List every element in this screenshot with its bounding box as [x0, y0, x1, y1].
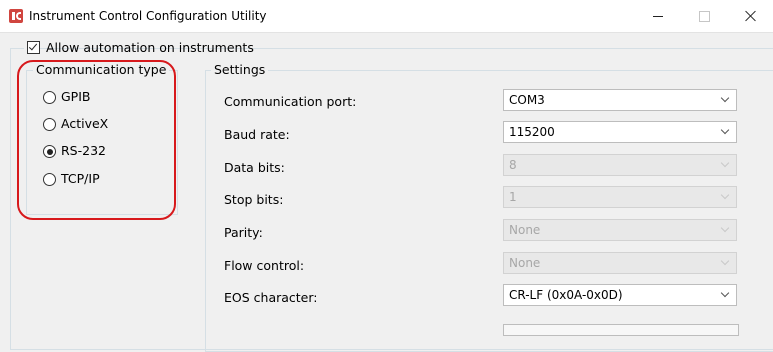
eos-character-label: EOS character: [224, 290, 318, 305]
communication-port-label: Communication port: [224, 94, 357, 109]
radio-label-gpib: GPIB [61, 89, 91, 104]
parity-select: None [503, 219, 737, 241]
title-bar: Instrument Control Configuration Utility [0, 0, 773, 33]
eos-character-select[interactable]: CR-LF (0x0A-0x0D) [503, 284, 737, 306]
radio-activex[interactable]: ActiveX [43, 116, 163, 134]
baud-rate-value: 115200 [509, 125, 555, 139]
window-title: Instrument Control Configuration Utility [29, 9, 267, 23]
eos-character-value: CR-LF (0x0A-0x0D) [509, 288, 623, 302]
chevron-down-icon [720, 158, 730, 168]
stop-bits-select: 1 [503, 186, 737, 208]
radio-label-rs232: RS-232 [61, 143, 106, 158]
chevron-down-icon [720, 125, 730, 135]
settings-title: Settings [211, 62, 269, 77]
radio-button[interactable] [43, 118, 56, 131]
radio-button[interactable] [43, 91, 56, 104]
communication-port-value: COM3 [509, 93, 545, 107]
settings-group: Settings [205, 62, 773, 352]
data-bits-value: 8 [509, 158, 517, 172]
chevron-down-icon [720, 288, 730, 298]
radio-tcpip[interactable]: TCP/IP [43, 171, 163, 189]
communication-type-title: Communication type [33, 62, 170, 77]
communication-port-select[interactable]: COM3 [503, 89, 737, 111]
radio-button-selected[interactable] [43, 145, 56, 158]
baud-rate-label: Baud rate: [224, 127, 290, 142]
data-bits-label: Data bits: [224, 160, 285, 175]
parity-value: None [509, 223, 541, 237]
allow-automation-checkbox-row[interactable]: Allow automation on instruments [24, 40, 254, 56]
radio-button[interactable] [43, 173, 56, 186]
close-icon[interactable] [727, 0, 773, 32]
radio-gpib[interactable]: GPIB [43, 89, 163, 107]
chevron-down-icon [720, 190, 730, 200]
minimize-icon[interactable] [635, 0, 681, 32]
radio-label-activex: ActiveX [61, 116, 109, 131]
allow-automation-label: Allow automation on instruments [46, 40, 254, 55]
radio-label-tcpip: TCP/IP [61, 171, 100, 186]
flow-control-label: Flow control: [224, 258, 305, 273]
chevron-down-icon [720, 223, 730, 233]
chevron-down-icon [720, 93, 730, 103]
parity-label: Parity: [224, 225, 263, 240]
flow-control-value: None [509, 256, 541, 270]
chevron-down-icon [720, 256, 730, 266]
maximize-icon[interactable] [681, 0, 727, 32]
data-bits-select: 8 [503, 154, 737, 176]
stop-bits-label: Stop bits: [224, 192, 284, 207]
communication-type-group: Communication type GPIB ActiveX RS-232 T… [26, 62, 178, 215]
app-icon [9, 9, 23, 23]
partial-select[interactable] [503, 324, 739, 336]
baud-rate-select[interactable]: 115200 [503, 121, 737, 143]
stop-bits-value: 1 [509, 190, 517, 204]
radio-rs232[interactable]: RS-232 [43, 143, 163, 161]
allow-automation-checkbox[interactable] [27, 41, 40, 54]
flow-control-select: None [503, 252, 737, 274]
